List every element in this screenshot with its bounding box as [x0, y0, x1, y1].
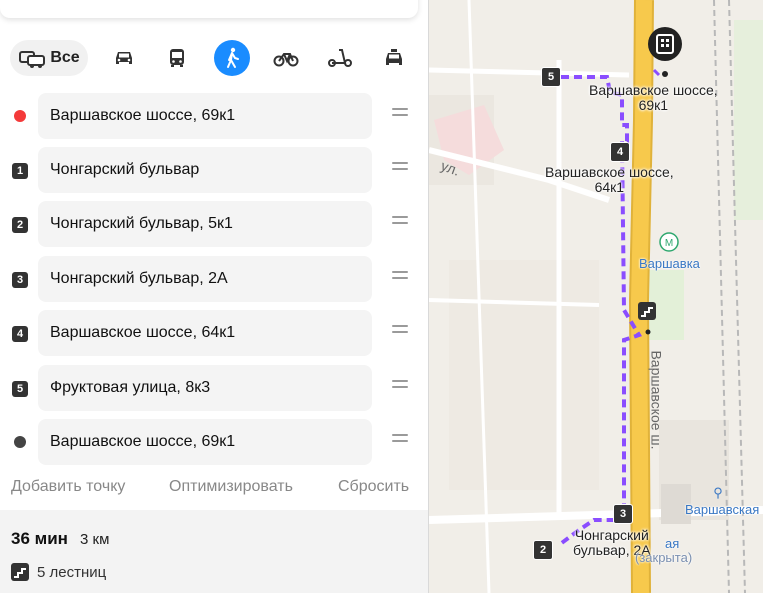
map-view[interactable]: М ⚲ 5 4 3 2 Варшавское шоссе, 69к1 Варша…: [429, 0, 763, 593]
car-and-bus-icon: [19, 51, 46, 68]
waypoint-number-badge: 4: [12, 326, 28, 342]
waypoint-input-end[interactable]: Варшавское шоссе, 69к1: [38, 419, 372, 465]
bus-icon: [170, 49, 184, 67]
drag-handle-icon[interactable]: [392, 380, 408, 394]
mode-taxi-button[interactable]: [378, 40, 410, 76]
waypoint-input-1[interactable]: Чонгарский бульвар: [38, 147, 372, 193]
scooter-icon: [328, 49, 352, 67]
end-point-dot: [14, 436, 26, 448]
drag-handle-icon[interactable]: [392, 162, 408, 176]
mode-car-button[interactable]: [108, 40, 140, 76]
add-point-link[interactable]: Добавить точку: [11, 478, 125, 496]
svg-text:⚲: ⚲: [713, 485, 723, 500]
waypoint-input-4[interactable]: Варшавское шоссе, 64к1: [38, 310, 372, 356]
waypoint-row-1: 1 Чонгарский бульвар: [0, 147, 428, 193]
pedestrian-icon: [227, 47, 239, 68]
waypoint-number-badge: 2: [12, 217, 28, 233]
waypoint-row-2: 2 Чонгарский бульвар, 5к1: [0, 201, 428, 247]
search-bar[interactable]: [0, 0, 418, 18]
svg-text:М: М: [665, 238, 673, 249]
route-duration: 36 мин: [11, 529, 68, 548]
waypoint-row-end: Варшавское шоссе, 69к1: [0, 419, 428, 465]
drag-handle-icon[interactable]: [392, 271, 408, 285]
car-icon: [116, 52, 132, 64]
mode-bike-button[interactable]: [270, 40, 302, 76]
mode-walk-button[interactable]: [214, 40, 250, 76]
map-label-waypoint-4: Варшавское шоссе, 64к1: [545, 164, 674, 195]
waypoint-input-5[interactable]: Фруктовая улица, 8к3: [38, 365, 372, 411]
waypoint-row-start: Варшавское шоссе, 69к1: [0, 93, 428, 139]
mode-all-label: Все: [50, 49, 80, 66]
route-distance: 3 км: [80, 531, 110, 548]
waypoint-number-badge: 3: [12, 272, 28, 288]
map-waypoint-5-badge[interactable]: 5: [541, 67, 561, 87]
map-waypoint-2-badge[interactable]: 2: [533, 540, 553, 560]
route-panel: Все Варшавское шоссе, 69к1 1 Чонгарский …: [0, 0, 429, 593]
waypoint-row-5: 5 Фруктовая улица, 8к3: [0, 365, 428, 411]
route-summary[interactable]: 36 мин 3 км 5 лестниц: [0, 510, 428, 593]
optimize-link[interactable]: Оптимизировать: [169, 478, 293, 496]
map-street-highway: Варшавское ш.: [648, 350, 665, 450]
transport-mode-bar: Все: [8, 38, 420, 78]
map-label-start: Варшавское шоссе, 69к1: [589, 82, 718, 113]
reset-link[interactable]: Сбросить: [338, 478, 409, 496]
mode-all-button[interactable]: Все: [10, 40, 88, 76]
stairs-icon: [11, 563, 29, 581]
map-waypoint-3-badge[interactable]: 3: [613, 504, 633, 524]
drag-handle-icon[interactable]: [392, 325, 408, 339]
mode-scooter-button[interactable]: [324, 40, 356, 76]
waypoint-input-2[interactable]: Чонгарский бульвар, 5к1: [38, 201, 372, 247]
map-waypoint-4-badge[interactable]: 4: [610, 142, 630, 162]
waypoint-number-badge: 5: [12, 381, 28, 397]
bicycle-icon: [273, 53, 299, 67]
drag-handle-icon[interactable]: [392, 216, 408, 230]
start-point-dot: [14, 110, 26, 122]
map-metro-varshavka: Варшавка: [639, 256, 700, 271]
waypoint-number-badge: 1: [12, 163, 28, 179]
route-actions: Добавить точку Оптимизировать Сбросить: [0, 476, 428, 498]
waypoint-input-start[interactable]: Варшавское шоссе, 69к1: [38, 93, 372, 139]
waypoint-row-4: 4 Варшавское шоссе, 64к1: [0, 310, 428, 356]
stairs-count: 5 лестниц: [37, 564, 107, 581]
mode-transit-button[interactable]: [161, 40, 193, 76]
map-metro-varshavskaya: Варшавская: [685, 502, 760, 517]
drag-handle-icon[interactable]: [392, 434, 408, 448]
waypoint-input-3[interactable]: Чонгарский бульвар, 2А: [38, 256, 372, 302]
waypoint-row-3: 3 Чонгарский бульвар, 2А: [0, 256, 428, 302]
drag-handle-icon[interactable]: [392, 108, 408, 122]
map-station-suffix: ая: [665, 536, 680, 551]
map-station-closed: (закрыта): [635, 550, 693, 565]
taxi-icon: [386, 49, 402, 65]
